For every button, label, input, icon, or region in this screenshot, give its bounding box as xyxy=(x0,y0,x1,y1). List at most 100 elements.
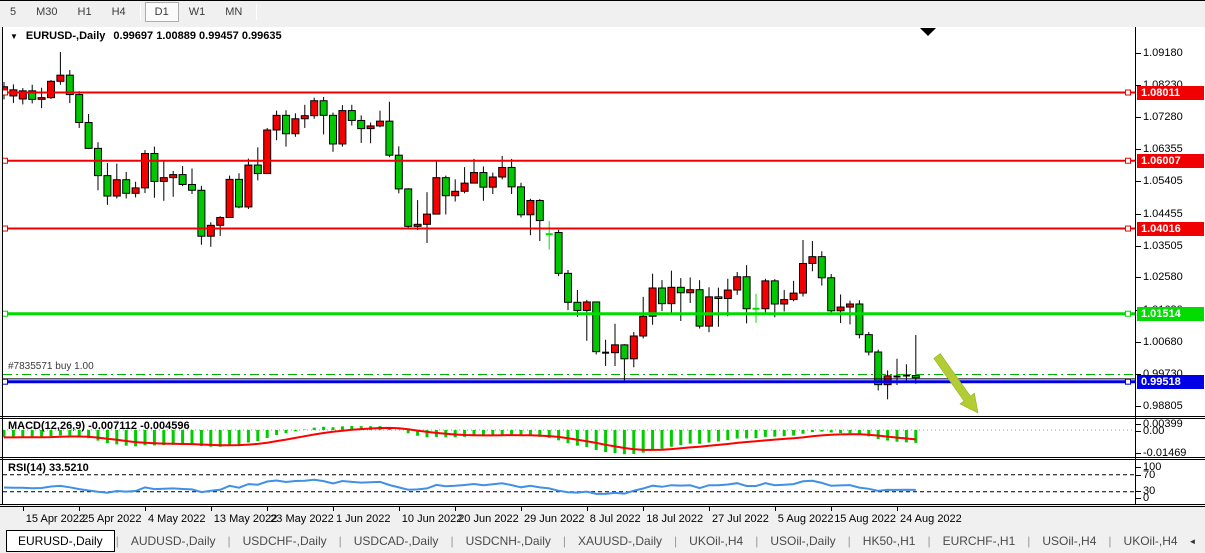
chart-tab-usdcnh-daily[interactable]: USDCNH-,Daily xyxy=(455,531,562,552)
price-tick-mark xyxy=(1136,181,1141,182)
rsi-axis-label: 0 xyxy=(1143,492,1149,504)
date-tick-label: 15 Apr 2022 xyxy=(26,513,85,525)
chart-shift-marker xyxy=(920,28,936,36)
price-tick-label: 1.03505 xyxy=(1143,240,1183,252)
date-tick-label: 4 May 2022 xyxy=(148,513,205,525)
date-tick-label: 15 Aug 2022 xyxy=(834,513,896,525)
date-tick-mark xyxy=(145,507,146,511)
date-tick-label: 24 Aug 2022 xyxy=(900,513,962,525)
date-tick-mark xyxy=(775,507,776,511)
price-tick-mark xyxy=(1136,491,1141,492)
macd-indicator-label: MACD(12,26,9) -0.007112 -0.004596 xyxy=(8,420,190,432)
date-tick-label: 5 Aug 2022 xyxy=(778,513,834,525)
price-tick-mark xyxy=(1136,498,1141,499)
chart-tab-ukoil-h4[interactable]: UKOil-,H4 xyxy=(1113,531,1189,552)
timeframe-toolbar: 5M30H1H4 D1W1MN xyxy=(0,0,1205,24)
price-tick-mark xyxy=(1136,246,1141,247)
date-tick-mark xyxy=(455,507,456,511)
date-tick-mark xyxy=(267,507,268,511)
chart-tab-usoil-h4[interactable]: USOil-,H4 xyxy=(1031,531,1107,552)
date-tick-label: 25 Apr 2022 xyxy=(82,513,141,525)
chart-tab-bar: EURUSD-,Daily|AUDUSD-,Daily|USDCHF-,Dail… xyxy=(0,529,1205,553)
toolbar-separator xyxy=(140,4,141,20)
rsi-canvas[interactable] xyxy=(3,461,1135,504)
date-tick-label: 10 Jun 2022 xyxy=(402,513,463,525)
price-tick-label: 1.05405 xyxy=(1143,175,1183,187)
date-tick-mark xyxy=(643,507,644,511)
price-tick-label: 1.00680 xyxy=(1143,336,1183,348)
chart-tab-usoil-daily[interactable]: USOil-,Daily xyxy=(759,531,846,552)
chart-tab-eurchf-h1[interactable]: EURCHF-,H1 xyxy=(932,531,1027,552)
price-tick-mark xyxy=(1136,453,1141,454)
timeframe-button-MN[interactable]: MN xyxy=(215,2,252,22)
price-tick-label: 1.02580 xyxy=(1143,271,1183,283)
date-axis: 15 Apr 202225 Apr 2022 4 May 2022 13 May 2… xyxy=(0,507,1205,529)
rsi-axis-label: 70 xyxy=(1143,469,1155,481)
price-badge: 1.06007 xyxy=(1137,154,1204,168)
date-tick-mark xyxy=(897,507,898,511)
chart-tab-audusd-daily[interactable]: AUDUSD-,Daily xyxy=(120,531,227,552)
panel-separator-macd-rsi[interactable] xyxy=(0,457,1205,458)
chart-tab-ukoil-h4[interactable]: UKOil-,H4 xyxy=(678,531,754,552)
chart-tab-hk50-h1[interactable]: HK50-,H1 xyxy=(852,531,927,552)
chart-ohlc-values: 0.99697 1.00889 0.99457 0.99635 xyxy=(113,30,281,42)
timeframe-button-5[interactable]: 5 xyxy=(0,2,26,22)
date-tick-mark xyxy=(587,507,588,511)
chart-tab-usdchf-daily[interactable]: USDCHF-,Daily xyxy=(232,531,338,552)
panel-separator-macd-rsi-2[interactable] xyxy=(0,459,1205,460)
price-tick-mark xyxy=(1136,277,1141,278)
symbol-dropdown-icon[interactable]: ▼ xyxy=(10,32,18,41)
timeframe-button-M30[interactable]: M30 xyxy=(26,2,67,22)
date-tick-mark xyxy=(79,507,80,511)
price-badge: 1.08011 xyxy=(1137,86,1204,100)
timeframe-button-D1[interactable]: D1 xyxy=(145,2,179,22)
chart-tab-eurusd-daily[interactable]: EURUSD-,Daily xyxy=(6,530,115,552)
price-tick-mark xyxy=(1136,149,1141,150)
price-badge: 0.99518 xyxy=(1137,375,1204,389)
price-tick-label: 0.98805 xyxy=(1143,400,1183,412)
date-tick-mark xyxy=(709,507,710,511)
date-tick-label: 13 May 2022 xyxy=(214,513,278,525)
date-tick-mark xyxy=(23,507,24,511)
tab-scroll-left-icon[interactable]: ◄ xyxy=(1189,537,1197,546)
down-arrow-annotation xyxy=(934,354,978,413)
price-tick-mark xyxy=(1136,342,1141,343)
macd-axis-label: 0.00 xyxy=(1143,425,1164,437)
date-tick-label: 1 Jun 2022 xyxy=(336,513,390,525)
date-tick-mark xyxy=(333,507,334,511)
price-tick-mark xyxy=(1136,117,1141,118)
chart-top-border xyxy=(0,0,1205,1)
rsi-indicator-label: RSI(14) 33.5210 xyxy=(8,462,89,474)
tab-scroll-controls: ◄► xyxy=(1189,537,1205,546)
price-tick-mark xyxy=(1136,406,1141,407)
price-tick-mark xyxy=(1136,424,1141,425)
price-axis: 1.091801.082301.072801.063551.054051.044… xyxy=(1136,26,1205,506)
chart-tab-xauusd-daily[interactable]: XAUUSD-,Daily xyxy=(567,531,673,552)
price-tick-label: 1.04455 xyxy=(1143,208,1183,220)
panel-separator-main-macd[interactable] xyxy=(0,416,1205,417)
price-tick-mark xyxy=(1136,475,1141,476)
chart-bottom-border xyxy=(0,504,1205,505)
mt4-application-window: 5M30H1H4 D1W1MN ▼ EURUSD-,Daily 0.99697 1… xyxy=(0,0,1205,553)
main-chart-canvas[interactable] xyxy=(3,27,1135,415)
date-tick-label: 29 Jun 2022 xyxy=(524,513,585,525)
price-tick-label: 1.09180 xyxy=(1143,47,1183,59)
price-tick-mark xyxy=(1136,53,1141,54)
date-tick-label: 27 Jul 2022 xyxy=(712,513,769,525)
macd-axis-label: -0.01469 xyxy=(1143,447,1186,459)
date-tick-label: 20 Jun 2022 xyxy=(458,513,519,525)
toolbar-separator xyxy=(256,4,257,20)
price-tick-label: 1.07280 xyxy=(1143,111,1183,123)
timeframe-button-H1[interactable]: H1 xyxy=(68,2,102,22)
date-tick-mark xyxy=(211,507,212,511)
open-order-label[interactable]: #7835571 buy 1.00 xyxy=(8,361,94,372)
price-badge: 1.04016 xyxy=(1137,222,1204,236)
date-tick-label: 23 May 2022 xyxy=(270,513,334,525)
price-tick-mark xyxy=(1136,431,1141,432)
chart-tab-usdcad-daily[interactable]: USDCAD-,Daily xyxy=(343,531,450,552)
date-tick-mark xyxy=(521,507,522,511)
timeframe-button-W1[interactable]: W1 xyxy=(179,2,216,22)
date-tick-mark xyxy=(399,507,400,511)
price-tick-mark xyxy=(1136,467,1141,468)
timeframe-button-H4[interactable]: H4 xyxy=(102,2,136,22)
